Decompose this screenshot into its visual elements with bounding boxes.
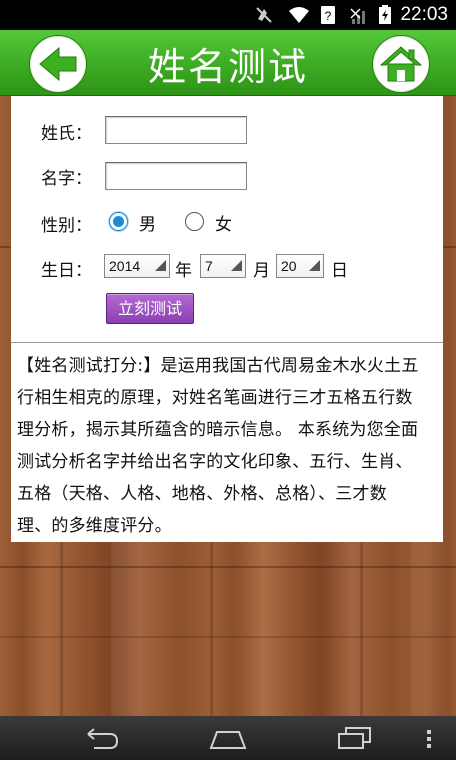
status-bar: ? 22:03 [0, 0, 456, 30]
month-value: 7 [205, 258, 213, 274]
header-bar: 姓名测试 [0, 30, 456, 96]
description-line: 理、的多维度评分。 [17, 516, 172, 536]
signal-icon [350, 8, 365, 24]
home-icon [379, 46, 423, 82]
system-nav-bar [0, 716, 456, 760]
day-unit: 日 [331, 261, 348, 281]
surname-input[interactable] [105, 116, 247, 144]
clock: 22:03 [400, 4, 448, 25]
dropdown-arrow-icon [155, 260, 166, 271]
dropdown-arrow-icon [309, 260, 320, 271]
day-value: 20 [281, 258, 297, 274]
name-input[interactable] [105, 162, 247, 190]
submit-test-button[interactable]: 立刻测试 [106, 293, 194, 324]
svg-text:?: ? [325, 9, 332, 23]
recents-nav-icon[interactable] [336, 726, 374, 750]
gender-female-label: 女 [215, 215, 232, 235]
day-select[interactable]: 20 [276, 254, 324, 278]
description-line: 【姓名测试打分:】是运用我国古代周易金木水火土五 [17, 356, 419, 376]
description-line: 测试分析名字并给出名字的文化印象、五行、生肖、 [17, 452, 413, 472]
home-nav-icon[interactable] [209, 728, 247, 750]
gender-male-label: 男 [139, 215, 156, 235]
sim-icon: ? [321, 6, 335, 24]
form-panel: 姓氏： 名字： 性别： 男 女 生日： 2014 年 7 月 20 日 立刻测试… [11, 96, 443, 542]
menu-nav-icon[interactable] [424, 728, 434, 750]
mute-icon [256, 7, 272, 23]
battery-icon [379, 5, 391, 24]
dropdown-arrow-icon [231, 260, 242, 271]
year-value: 2014 [109, 258, 141, 274]
description-line: 行相生相克的原理，对姓名笔画进行三才五格五行数 [17, 388, 413, 408]
birthday-label: 生日： [41, 261, 92, 281]
wifi-icon [289, 7, 309, 23]
description-line: 五格（天格、人格、地格、外格、总格）、三才数 [17, 484, 387, 504]
divider [11, 342, 443, 343]
name-label: 名字： [41, 169, 92, 189]
gender-male-radio[interactable] [109, 212, 128, 231]
description-line: 理分析，揭示其所蕴含的暗示信息。 本系统为您全面 [17, 420, 419, 440]
year-unit: 年 [175, 261, 192, 281]
surname-label: 姓氏： [41, 124, 92, 144]
home-button[interactable] [372, 35, 430, 93]
month-select[interactable]: 7 [200, 254, 246, 278]
gender-label: 性别： [41, 216, 92, 236]
month-unit: 月 [253, 261, 270, 281]
back-nav-icon[interactable] [82, 728, 120, 750]
description-text: 【姓名测试打分:】是运用我国古代周易金木水火土五 行相生相克的原理，对姓名笔画进… [17, 350, 437, 542]
year-select[interactable]: 2014 [104, 254, 170, 278]
gender-female-radio[interactable] [185, 212, 204, 231]
